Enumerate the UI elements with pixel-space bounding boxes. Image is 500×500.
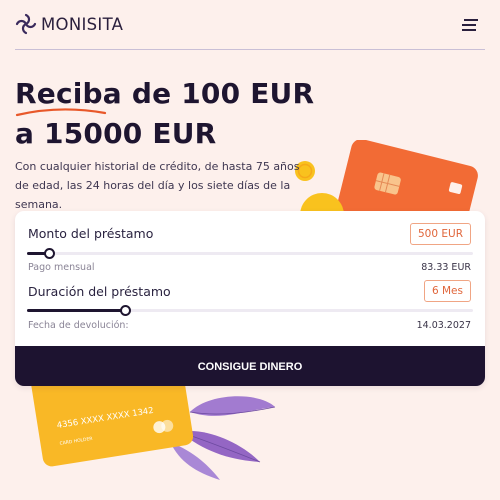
loan-amount-slider[interactable] — [27, 248, 473, 259]
return-date-label: Fecha de devolución: — [28, 320, 129, 331]
headline-line-2: a 15000 EUR — [15, 117, 217, 150]
loan-amount-value[interactable]: 500 EUR — [410, 223, 471, 245]
loan-duration-slider[interactable] — [27, 305, 473, 316]
header: MONISITA — [0, 0, 500, 50]
monisita-logo-icon — [15, 13, 37, 35]
headline-underline-swoosh — [15, 108, 107, 117]
loan-amount-label: Monto del préstamo — [28, 226, 154, 241]
get-money-button[interactable]: CONSIGUE DINERO — [15, 346, 485, 386]
loan-amount-slider-thumb[interactable] — [44, 248, 55, 259]
return-date-value: 14.03.2027 — [416, 320, 471, 331]
logo[interactable]: MONISITA — [15, 13, 123, 35]
hamburger-menu-icon[interactable] — [462, 17, 480, 33]
loan-calculator-card: Monto del préstamo 500 EUR Pago mensual … — [15, 211, 485, 386]
loan-duration-label: Duración del préstamo — [28, 284, 171, 299]
header-divider — [15, 49, 485, 50]
yellow-credit-card-illustration: 4356 XXXX XXXX 1342 CARD HOLDER — [31, 372, 194, 467]
loan-duration-value[interactable]: 6 Mes — [423, 280, 471, 302]
loan-duration-slider-fill — [27, 309, 125, 312]
monthly-payment-value: 83.33 EUR — [421, 262, 471, 273]
loan-duration-slider-thumb[interactable] — [120, 305, 131, 316]
brand-name: MONISITA — [41, 14, 124, 34]
monthly-payment-label: Pago mensual — [28, 262, 95, 273]
hero-subtitle: Con cualquier historial de crédito, de h… — [15, 160, 300, 211]
